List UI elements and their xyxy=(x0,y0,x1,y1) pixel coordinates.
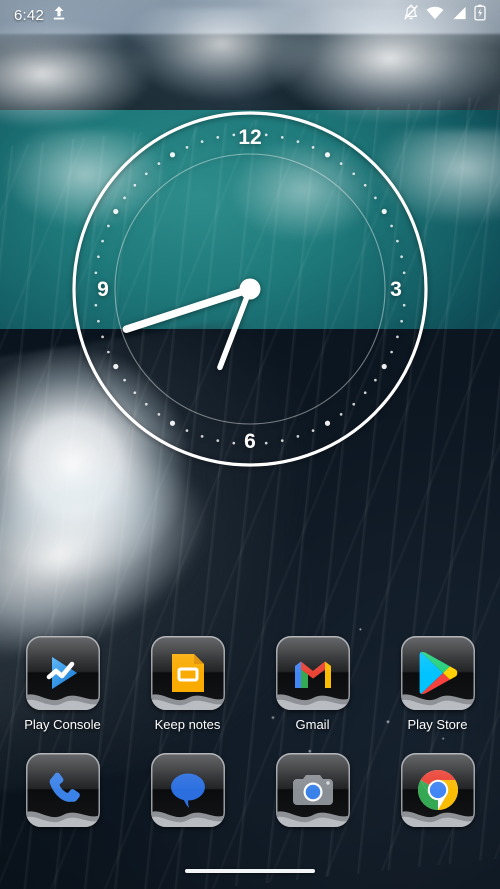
app-keep-notes[interactable]: Keep notes xyxy=(125,636,250,733)
status-bar[interactable]: 6:42 xyxy=(0,0,500,30)
app-play-console[interactable]: Play Console xyxy=(0,636,125,733)
app-grid: Play Console Keep notes Gmail Play Store xyxy=(0,636,500,834)
app-tile[interactable] xyxy=(150,636,225,710)
tile-wave-decoration xyxy=(400,811,475,827)
home-gesture-bar[interactable] xyxy=(185,868,315,873)
cellular-signal-icon xyxy=(451,6,467,25)
tile-wave-decoration xyxy=(275,811,350,827)
app-label: Gmail xyxy=(295,717,330,732)
tile-wave-decoration xyxy=(400,694,475,710)
status-bar-clock: 6:42 xyxy=(14,6,44,24)
wifi-icon xyxy=(426,6,444,25)
clock-center-hub xyxy=(239,278,261,300)
analog-clock-widget[interactable]: 12 3 6 9 xyxy=(72,111,428,467)
clock-minute-hand xyxy=(122,285,254,333)
android-home-screen: 6:42 12 3 6 9 Play Console Keep notes Gm… xyxy=(0,0,500,889)
app-tile[interactable] xyxy=(275,753,350,827)
status-bar-left: 6:42 xyxy=(14,5,66,26)
clock-number-3: 3 xyxy=(390,278,402,301)
app-row-1: Play Console Keep notes Gmail Play Store xyxy=(0,636,500,733)
tile-wave-decoration xyxy=(150,811,225,827)
app-tile[interactable] xyxy=(400,753,475,827)
clock-number-12: 12 xyxy=(238,126,261,149)
app-messages[interactable] xyxy=(125,753,250,834)
app-camera[interactable] xyxy=(250,753,375,834)
app-row-2 xyxy=(0,753,500,834)
app-label: Play Console xyxy=(24,717,101,732)
app-label: Keep notes xyxy=(154,717,221,732)
tile-wave-decoration xyxy=(150,694,225,710)
app-phone[interactable] xyxy=(0,753,125,834)
notifications-off-icon xyxy=(403,4,419,26)
app-tile[interactable] xyxy=(150,753,225,827)
app-gmail[interactable]: Gmail xyxy=(250,636,375,733)
clock-number-6: 6 xyxy=(244,430,256,453)
app-tile[interactable] xyxy=(25,636,100,710)
app-play-store[interactable]: Play Store xyxy=(375,636,500,733)
app-label: Play Store xyxy=(407,717,468,732)
battery-charging-icon xyxy=(474,4,486,26)
app-tile[interactable] xyxy=(25,753,100,827)
clock-number-9: 9 xyxy=(97,278,109,301)
tile-wave-decoration xyxy=(275,694,350,710)
tile-wave-decoration xyxy=(25,694,100,710)
app-chrome[interactable] xyxy=(375,753,500,834)
status-bar-right xyxy=(403,4,486,26)
tile-wave-decoration xyxy=(25,811,100,827)
app-tile[interactable] xyxy=(275,636,350,710)
app-tile[interactable] xyxy=(400,636,475,710)
upload-icon xyxy=(52,5,66,26)
